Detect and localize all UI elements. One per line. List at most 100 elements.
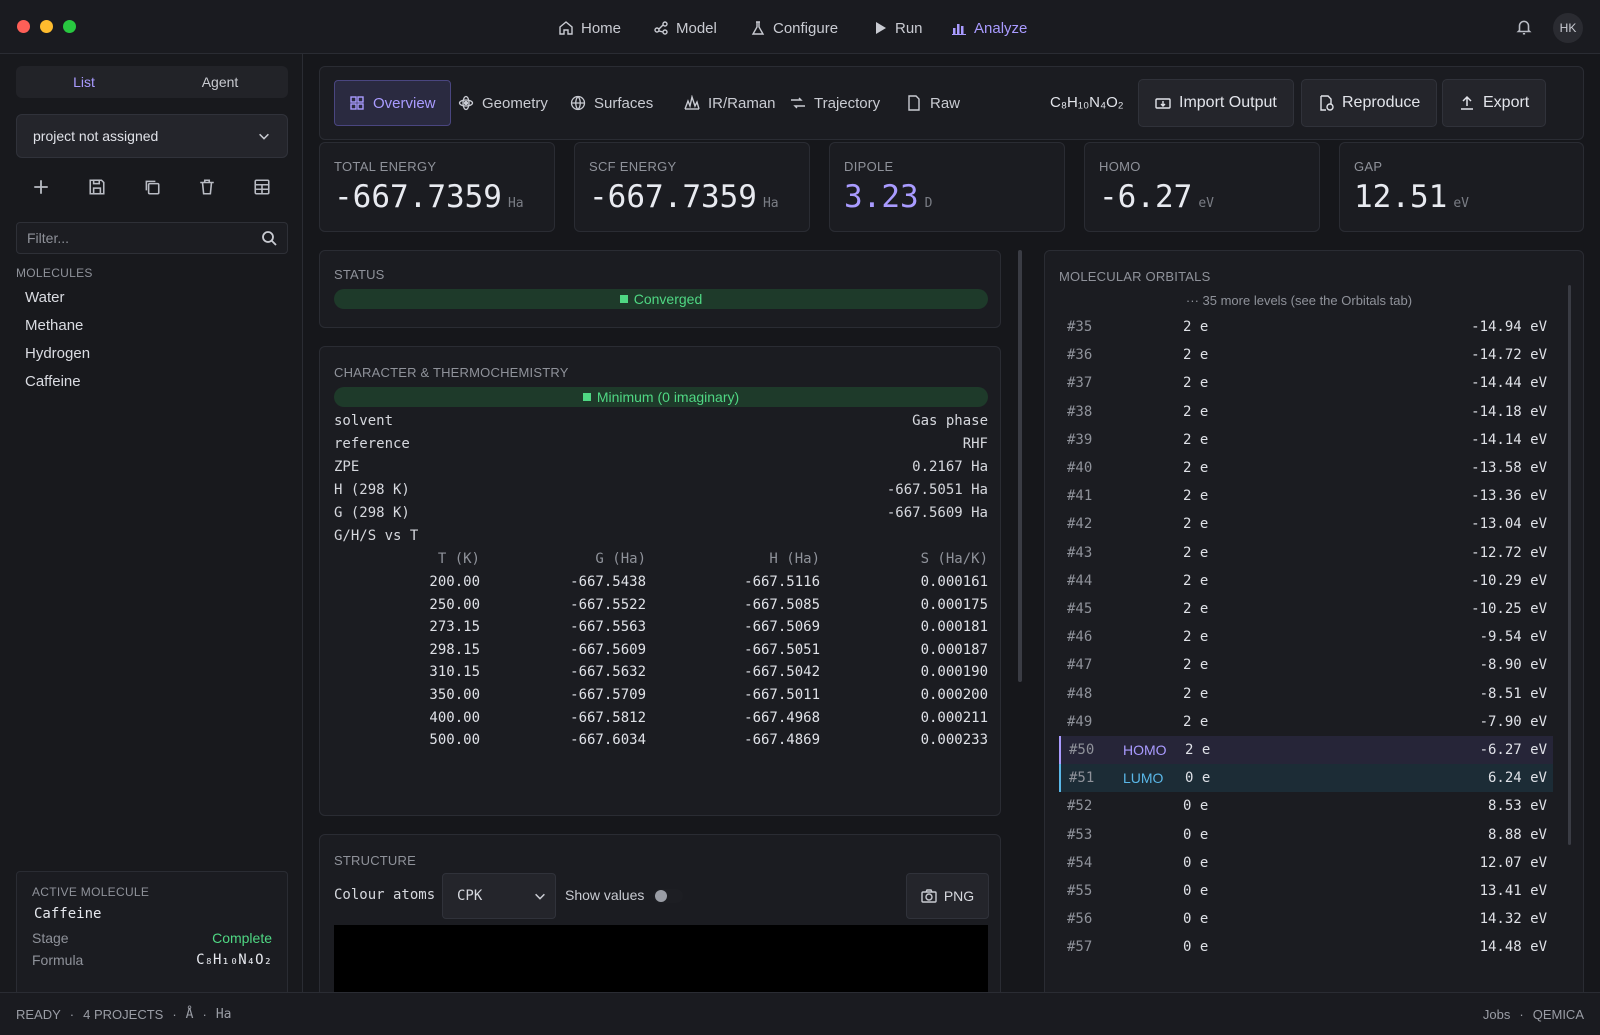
colour-atoms-select[interactable]: CPK — [442, 873, 556, 919]
orbital-row[interactable]: #52 0 e 8.53 eV — [1059, 792, 1553, 820]
nav-model[interactable]: Model — [653, 16, 717, 40]
character-badge: Minimum (0 imaginary) — [334, 387, 988, 407]
plus-icon — [34, 180, 48, 194]
reproduce-button[interactable]: Reproduce — [1301, 79, 1438, 127]
orbital-row[interactable]: #51 LUMO 0 e 6.24 eV — [1059, 764, 1553, 793]
project-select[interactable]: project not assigned — [16, 114, 288, 158]
orbital-row[interactable]: #38 2 e -14.18 eV — [1059, 398, 1553, 426]
status-badge: Converged — [334, 289, 988, 309]
nav-analyze[interactable]: Analyze — [951, 16, 1027, 40]
orbital-row[interactable]: #54 0 e 12.07 eV — [1059, 849, 1553, 877]
tab-trajectory[interactable]: Trajectory — [776, 80, 894, 126]
export-button[interactable]: Export — [1442, 79, 1547, 127]
orbital-row[interactable]: #41 2 e -13.36 eV — [1059, 482, 1553, 510]
minimize-window-button[interactable] — [40, 20, 53, 33]
import-output-button[interactable]: Import Output — [1138, 79, 1294, 127]
orbital-occupancy: 2 e — [1183, 657, 1209, 674]
energy-unit[interactable]: Ha — [216, 1007, 232, 1022]
png-export-button[interactable]: PNG — [906, 873, 989, 919]
delete-button[interactable] — [196, 176, 218, 198]
orbital-row[interactable]: #45 2 e -10.25 eV — [1059, 595, 1553, 623]
orbital-row[interactable]: #55 0 e 13.41 eV — [1059, 877, 1553, 905]
orbital-row[interactable]: #37 2 e -14.44 eV — [1059, 369, 1553, 397]
table-header: H (Ha) — [769, 551, 820, 567]
orbital-index: #43 — [1067, 544, 1093, 561]
orbital-occupancy: 2 e — [1183, 713, 1209, 730]
duplicate-button[interactable] — [141, 176, 163, 198]
prop-row: G (298 K) -667.5609 Ha — [334, 505, 988, 521]
orbital-row[interactable]: #48 2 e -8.51 eV — [1059, 680, 1553, 708]
orbital-energy: -14.72 eV — [1471, 347, 1547, 364]
stage-label: Stage — [32, 930, 69, 946]
nav-home-label: Home — [581, 19, 622, 37]
prop-row: H (298 K) -667.5051 Ha — [334, 482, 988, 498]
tab-raw[interactable]: Raw — [892, 80, 974, 126]
close-window-button[interactable] — [17, 20, 30, 33]
orbital-row[interactable]: #53 0 e 8.88 eV — [1059, 821, 1553, 849]
nav-run[interactable]: Run — [872, 16, 923, 40]
orbital-row[interactable]: #56 0 e 14.32 eV — [1059, 905, 1553, 933]
status-bar-right: Jobs · QEMICA — [1483, 1007, 1584, 1022]
orbital-row[interactable]: #43 2 e -12.72 eV — [1059, 539, 1553, 567]
tab-geometry-label: Geometry — [482, 94, 548, 112]
table-view-button[interactable] — [251, 176, 273, 198]
orbital-row[interactable]: #49 2 e -7.90 eV — [1059, 708, 1553, 736]
status-panel: STATUS Converged — [319, 250, 1001, 328]
molecule-item[interactable]: Hydrogen — [25, 345, 90, 362]
tab-overview[interactable]: Overview — [334, 80, 451, 126]
add-button[interactable] — [30, 176, 52, 198]
show-values-toggle[interactable] — [653, 889, 683, 903]
length-unit[interactable]: Å — [186, 1007, 194, 1022]
nav-home[interactable]: Home — [558, 16, 621, 40]
molecule-item[interactable]: Caffeine — [25, 373, 81, 390]
orbital-energy: -8.51 eV — [1479, 685, 1547, 702]
table-cell: 0.000200 — [920, 687, 988, 703]
tab-ir-raman[interactable]: IR/Raman — [670, 80, 790, 126]
orbital-energy: 8.88 eV — [1487, 826, 1547, 843]
separator: · — [202, 1007, 207, 1022]
orbital-energy: -13.04 eV — [1471, 516, 1547, 533]
molecular-orbitals-panel: MOLECULAR ORBITALS ··· 35 more levels (s… — [1044, 250, 1584, 1004]
orbital-row[interactable]: #44 2 e -10.29 eV — [1059, 567, 1553, 595]
orbital-row[interactable]: #36 2 e -14.72 eV — [1059, 341, 1553, 369]
chevron-down-icon — [259, 133, 269, 140]
orbital-row[interactable]: #47 2 e -8.90 eV — [1059, 651, 1553, 679]
orbital-row[interactable]: #39 2 e -14.14 eV — [1059, 426, 1553, 454]
separator: · — [172, 1007, 177, 1022]
metric-unit: eV — [1453, 196, 1469, 211]
left-column-scrollbar[interactable] — [1018, 250, 1022, 682]
orbital-row[interactable]: #46 2 e -9.54 eV — [1059, 623, 1553, 651]
maximize-window-button[interactable] — [63, 20, 76, 33]
save-button[interactable] — [86, 176, 108, 198]
nav-configure-label: Configure — [773, 19, 839, 37]
orbital-row[interactable]: #57 0 e 14.48 eV — [1059, 933, 1553, 961]
title-bar: Home Model Configure Run Analyze HK — [0, 0, 1600, 54]
bell-icon[interactable] — [1515, 18, 1533, 36]
metric-scf-energy: SCF ENERGY -667.7359 Ha — [574, 142, 810, 232]
list-tab[interactable]: List — [16, 66, 152, 98]
tab-geometry[interactable]: Geometry — [444, 80, 562, 126]
orbital-energy: -14.94 eV — [1471, 319, 1547, 335]
orbital-occupancy: 2 e — [1183, 488, 1209, 505]
orbital-row[interactable]: #42 2 e -13.04 eV — [1059, 510, 1553, 538]
molecule-item[interactable]: Water — [25, 289, 64, 306]
filter-input[interactable]: Filter... — [16, 222, 288, 254]
orbital-row[interactable]: #40 2 e -13.58 eV — [1059, 454, 1553, 482]
nav-configure[interactable]: Configure — [750, 16, 838, 40]
molecule-item[interactable]: Methane — [25, 317, 83, 334]
status-square-icon — [619, 295, 628, 303]
grid-icon — [350, 96, 364, 110]
orbital-row[interactable]: #35 2 e -14.94 eV — [1059, 313, 1553, 341]
orbitals-scrollbar[interactable] — [1568, 285, 1571, 845]
tab-surfaces-label: Surfaces — [594, 94, 654, 112]
view-toggle: List Agent — [16, 66, 288, 98]
tab-surfaces[interactable]: Surfaces — [556, 80, 667, 126]
user-avatar[interactable]: HK — [1553, 13, 1583, 43]
agent-tab[interactable]: Agent — [152, 66, 288, 98]
jobs-link[interactable]: Jobs — [1483, 1007, 1510, 1022]
projects-count[interactable]: 4 PROJECTS — [83, 1007, 163, 1022]
orbital-row[interactable]: #50 HOMO 2 e -6.27 eV — [1059, 736, 1553, 764]
status-bar-left: READY · 4 PROJECTS · Å · Ha — [16, 1007, 232, 1022]
orbital-index: #40 — [1067, 460, 1093, 476]
table-icon — [254, 179, 270, 195]
